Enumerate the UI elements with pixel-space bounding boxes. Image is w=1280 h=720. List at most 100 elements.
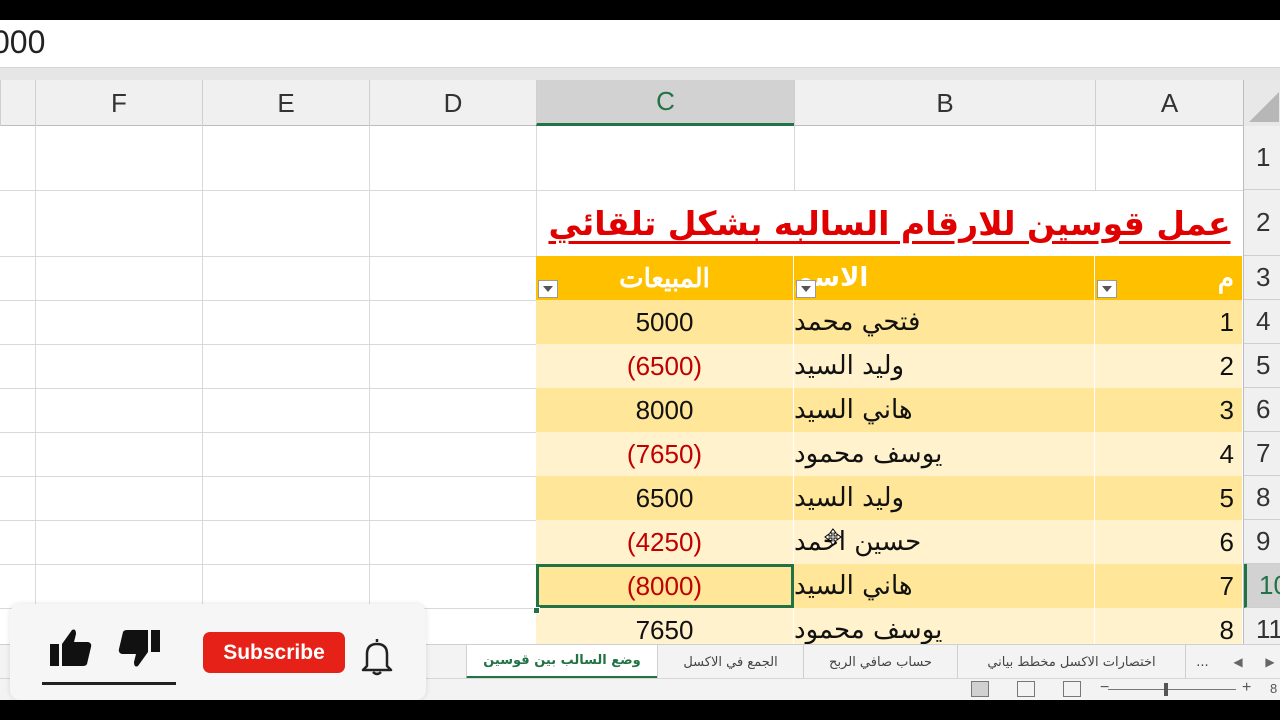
sheet-grid[interactable]: عمل قوسين للارقام السالبه بشكل تلقائي ال…	[0, 126, 1243, 644]
row-header[interactable]: 5	[1244, 344, 1280, 388]
name-cell[interactable]: وليد السيد	[794, 476, 1095, 520]
grid-line	[35, 126, 36, 644]
formula-bar-value[interactable]: 000	[0, 24, 45, 61]
index-cell[interactable]: 8	[1095, 608, 1243, 644]
grid-line	[0, 388, 536, 389]
grid-line	[0, 256, 536, 257]
column-header-d[interactable]: D	[369, 80, 536, 126]
sales-cell[interactable]: (7650)	[536, 432, 794, 476]
move-cursor-icon	[824, 528, 842, 546]
column-headers: F E D C B A	[0, 80, 1280, 126]
table-row: 5000 فتحي محمد 1	[536, 300, 1243, 344]
row-header[interactable]: 4	[1244, 300, 1280, 344]
row-header[interactable]: 9	[1244, 520, 1280, 564]
zoom-slider-thumb[interactable]	[1164, 683, 1168, 696]
sheet-tab[interactable]: الجمع في الاكسل	[657, 645, 803, 679]
zoom-out-button[interactable]: −	[1100, 679, 1109, 697]
table-header-row: المبيعات الاسم م	[536, 256, 1243, 300]
sheet-title: عمل قوسين للارقام السالبه بشكل تلقائي	[548, 203, 1231, 243]
index-cell[interactable]: 4	[1095, 432, 1243, 476]
sheet-tab[interactable]: اختصارات الاكسل مخطط بياني	[957, 645, 1185, 679]
page-break-icon[interactable]	[1063, 681, 1081, 697]
column-header-c[interactable]: C	[536, 80, 794, 126]
sales-cell[interactable]: 7650	[536, 608, 794, 644]
sales-cell[interactable]: (4250)	[536, 520, 794, 564]
table-row: (6500) وليد السيد 2	[536, 344, 1243, 388]
corner-triangle-icon	[1249, 92, 1279, 122]
name-cell[interactable]: هاني السيد	[794, 388, 1095, 432]
formula-bar[interactable]: 000	[0, 20, 1280, 68]
grid-line	[0, 432, 536, 433]
grid-line	[0, 564, 536, 565]
row-header[interactable]: 11	[1244, 608, 1280, 644]
grid-line	[0, 300, 536, 301]
row-header-active[interactable]: 10	[1244, 564, 1280, 608]
sales-cell[interactable]: (6500)	[536, 344, 794, 388]
subscribe-button[interactable]: Subscribe	[203, 632, 345, 673]
header-cell-sales[interactable]: المبيعات	[536, 256, 794, 300]
dropdown-arrow-icon[interactable]	[796, 280, 816, 298]
grid-line	[794, 126, 795, 190]
like-icon[interactable]	[48, 626, 94, 670]
column-header-a[interactable]: A	[1095, 80, 1243, 126]
grid-line	[1095, 126, 1096, 190]
table-row: 8000 هاني السيد 3	[536, 388, 1243, 432]
row-header[interactable]: 6	[1244, 388, 1280, 432]
zoom-in-button[interactable]: +	[1242, 679, 1251, 697]
name-cell[interactable]: هاني السيد	[794, 564, 1095, 608]
header-cell-index[interactable]: م	[1095, 256, 1243, 300]
column-header-partial[interactable]	[0, 80, 35, 126]
sales-cell[interactable]: 5000	[536, 300, 794, 344]
zoom-slider[interactable]	[1108, 689, 1236, 690]
page-layout-icon[interactable]	[1017, 681, 1035, 697]
index-cell[interactable]: 3	[1095, 388, 1243, 432]
more-tabs-button[interactable]: ...	[1185, 645, 1219, 679]
grid-line	[0, 344, 536, 345]
name-cell[interactable]: وليد السيد	[794, 344, 1095, 388]
index-cell[interactable]: 1	[1095, 300, 1243, 344]
normal-view-icon[interactable]	[971, 681, 989, 697]
index-cell[interactable]: 6	[1095, 520, 1243, 564]
index-cell[interactable]: 2	[1095, 344, 1243, 388]
row-header[interactable]: 1	[1244, 126, 1280, 190]
row-header[interactable]: 3	[1244, 256, 1280, 300]
table-row: (4250) حسين احمد 6	[536, 520, 1243, 564]
table-row: (7650) يوسف محمود 4	[536, 432, 1243, 476]
fill-handle[interactable]	[533, 607, 540, 614]
grid-line	[369, 126, 370, 644]
dropdown-arrow-icon[interactable]	[1097, 280, 1117, 298]
name-cell[interactable]: يوسف محمود	[794, 608, 1095, 644]
sheet-tab-active[interactable]: وضع السالب بين قوسين	[466, 645, 657, 679]
header-cell-name[interactable]: الاسم	[794, 256, 1095, 300]
index-cell[interactable]: 7	[1095, 564, 1243, 608]
index-cell[interactable]: 5	[1095, 476, 1243, 520]
excel-window: 000 F E D C B A عمل قوسين للارقام السالب…	[0, 20, 1280, 700]
grid-line	[0, 520, 536, 521]
column-header-b[interactable]: B	[794, 80, 1095, 126]
table-row: 6500 وليد السيد 5	[536, 476, 1243, 520]
select-all-corner[interactable]	[1243, 80, 1280, 126]
sales-cell-selected[interactable]: (8000)	[536, 564, 794, 608]
name-cell[interactable]: يوسف محمود	[794, 432, 1095, 476]
row-header[interactable]: 7	[1244, 432, 1280, 476]
column-header-e[interactable]: E	[202, 80, 369, 126]
bell-icon[interactable]	[359, 636, 395, 676]
row-headers: 1 2 3 4 5 6 7 8 9 10 11	[1243, 126, 1280, 644]
sales-cell[interactable]: 6500	[536, 476, 794, 520]
name-cell[interactable]: فتحي محمد	[794, 300, 1095, 344]
sheet-tab[interactable]: حساب صافي الربح	[803, 645, 957, 679]
row-header[interactable]: 2	[1244, 190, 1280, 256]
row-header[interactable]: 8	[1244, 476, 1280, 520]
tab-scroll-right-icon[interactable]: ▶	[1260, 645, 1280, 679]
like-underline	[42, 682, 176, 685]
header-label-index: م	[1217, 262, 1234, 293]
dislike-icon[interactable]	[116, 626, 162, 670]
sales-cell[interactable]: 8000	[536, 388, 794, 432]
dropdown-arrow-icon[interactable]	[538, 280, 558, 298]
title-cell[interactable]: عمل قوسين للارقام السالبه بشكل تلقائي	[536, 190, 1243, 256]
tab-scroll-left-icon[interactable]: ◀	[1228, 645, 1248, 679]
header-label-sales: المبيعات	[619, 262, 710, 293]
subscribe-overlay: Subscribe	[10, 604, 426, 700]
zoom-percent[interactable]: 8	[1270, 681, 1277, 696]
column-header-f[interactable]: F	[35, 80, 202, 126]
